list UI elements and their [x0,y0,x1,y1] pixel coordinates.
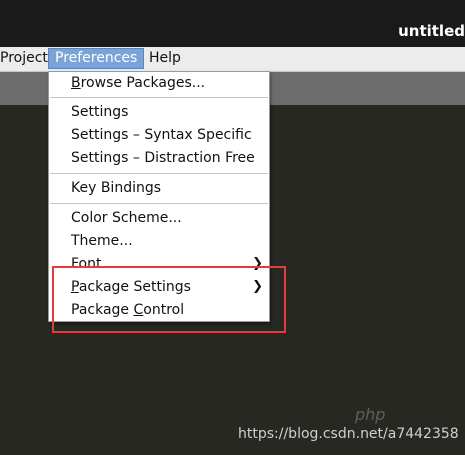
menu-item-color-scheme[interactable]: Color Scheme... [71,208,182,228]
menu-item-browse-packages[interactable]: Browse Packages... [71,73,205,93]
menu-item-key-bindings[interactable]: Key Bindings [71,178,161,198]
menu-item-theme[interactable]: Theme... [71,231,133,251]
menu-item-settings[interactable]: Settings [71,102,128,122]
menu-separator [50,203,268,204]
menu-item-settings-syntax[interactable]: Settings – Syntax Specific [71,125,252,145]
highlight-annotation-box [52,266,286,333]
menu-separator [50,97,268,98]
menu-preferences[interactable]: Preferences [48,48,145,69]
browse-packages-mnemonic: B [71,75,81,91]
browse-packages-label: rowse Packages... [80,75,206,91]
menu-item-settings-distraction[interactable]: Settings – Distraction Free [71,148,255,168]
watermark-logo: php [355,405,386,424]
watermark-url: https://blog.csdn.net/a7442358 [238,426,459,442]
menu-help[interactable]: Help [143,48,187,69]
menu-separator [50,173,268,174]
window-title: untitled [398,22,465,40]
menu-project[interactable]: Project [0,48,54,69]
title-bar: untitled [0,0,465,48]
menu-bar: Project Preferences Help [0,47,465,72]
